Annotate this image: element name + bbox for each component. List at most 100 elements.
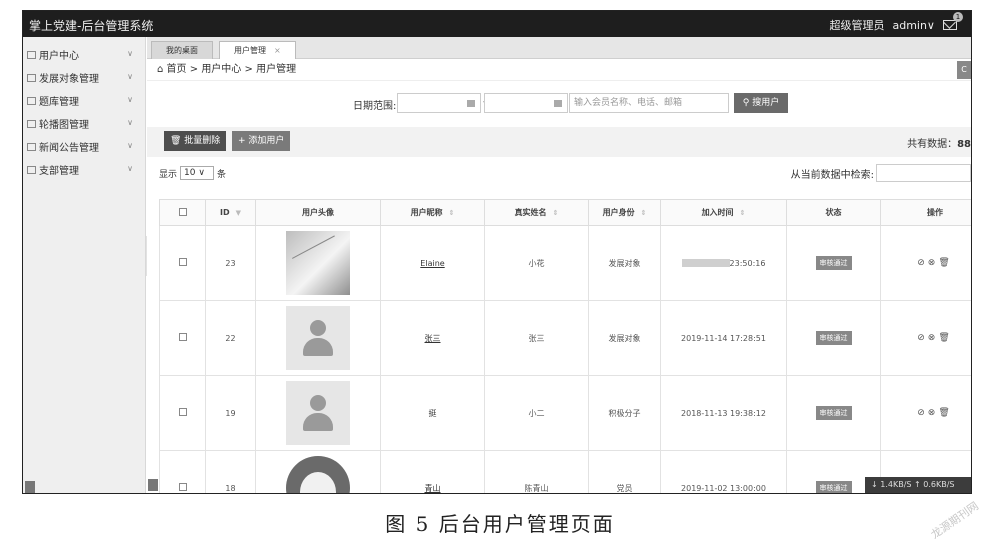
checkbox[interactable]: [178, 207, 187, 216]
keyword-input[interactable]: 输入会员名称、电话、邮箱: [569, 93, 729, 113]
check-icon[interactable]: ⊘: [917, 408, 928, 418]
breadcrumb-level2: 用户管理: [256, 64, 297, 75]
chevron-down-icon: ∨: [127, 141, 133, 150]
plus-icon: +: [238, 136, 249, 146]
breadcrumb-level1[interactable]: 用户中心: [201, 64, 241, 75]
action-bar: 🗑 批量删除 + 添加用户 共有数据：88: [147, 127, 971, 157]
header-realname[interactable]: 真实姓名 ⇕: [484, 199, 589, 226]
list-icon: [27, 96, 36, 105]
sort-icon: ⇕: [448, 209, 455, 217]
row-actions: ⊘⊗🗑: [880, 375, 971, 451]
users-icon: [27, 73, 36, 82]
sort-icon: ⇕: [739, 209, 746, 217]
redacted-date: [681, 259, 730, 267]
status-badge: 审核通过: [815, 256, 852, 270]
filter-input[interactable]: [876, 164, 971, 182]
edit-icon[interactable]: ⊗: [928, 408, 939, 418]
chevron-down-icon: ∨: [127, 95, 133, 104]
cell-role: 发展对象: [588, 225, 661, 301]
sidebar-item-user-center[interactable]: 用户中心 ∨: [23, 43, 145, 66]
search-user-button[interactable]: ⚲ 搜用户: [734, 93, 788, 113]
cell-realname: 小花: [484, 225, 589, 301]
cell-avatar: [255, 450, 381, 493]
nickname-link[interactable]: 青山: [425, 484, 441, 493]
chevron-down-icon: ∨: [127, 164, 133, 173]
tab-bar: 我的桌面 用户管理 ×: [147, 37, 971, 59]
cell-joined: 2018-11-13 19:38:12: [660, 375, 787, 451]
trash-icon[interactable]: 🗑: [938, 258, 952, 268]
refresh-button[interactable]: C: [957, 61, 971, 79]
breadcrumb: ⌂ 首页 > 用户中心 > 用户管理 C: [147, 59, 971, 81]
nickname-link[interactable]: Elaine: [420, 259, 444, 268]
cell-role: 党员: [588, 450, 661, 493]
date-end-input[interactable]: [484, 93, 568, 113]
sidebar-item-label: 用户中心: [39, 51, 79, 62]
sidebar-item-question-bank[interactable]: 题库管理 ∨: [23, 89, 145, 112]
header-role[interactable]: 用户身份 ⇕: [588, 199, 661, 226]
breadcrumb-separator: >: [244, 64, 253, 75]
nickname-link[interactable]: 挺: [429, 409, 437, 418]
add-user-button[interactable]: + 添加用户: [232, 131, 291, 151]
row-checkbox[interactable]: [178, 408, 187, 416]
trash-icon[interactable]: 🗑: [938, 333, 952, 343]
header-label: ID: [219, 208, 230, 217]
cell-avatar: [255, 300, 381, 376]
row-checkbox[interactable]: [178, 333, 187, 341]
cell-joined: 23:50:16: [660, 225, 787, 301]
cell-realname: 张三: [484, 300, 589, 376]
tab-my-desktop[interactable]: 我的桌面: [151, 41, 213, 59]
cell-joined: 2019-11-14 17:28:51: [660, 300, 787, 376]
app-bottom-icon: [148, 479, 158, 491]
batch-delete-button[interactable]: 🗑 批量删除: [164, 131, 227, 151]
nickname-link[interactable]: 张三: [425, 334, 441, 343]
page-length-select[interactable]: 10 ∨: [180, 166, 215, 180]
sidebar-item-label: 发展对象管理: [39, 74, 99, 85]
status-badge: 审核通过: [815, 331, 852, 345]
close-icon[interactable]: ×: [274, 46, 281, 55]
chevron-down-icon: ∨: [127, 118, 133, 127]
check-icon[interactable]: ⊘: [917, 333, 928, 343]
header-nickname[interactable]: 用户昵称 ⇕: [380, 199, 485, 226]
avatar: [286, 231, 350, 295]
edit-icon[interactable]: ⊗: [928, 258, 939, 268]
tab-user-management[interactable]: 用户管理 ×: [219, 41, 296, 59]
user-menu[interactable]: admin∨: [892, 19, 935, 32]
header-label: 用户头像: [302, 208, 334, 217]
edit-icon[interactable]: ⊗: [928, 333, 939, 343]
header-id[interactable]: ID ▼: [205, 199, 256, 226]
sidebar-item-carousel[interactable]: 轮播图管理 ∨: [23, 112, 145, 135]
sidebar-item-development[interactable]: 发展对象管理 ∨: [23, 66, 145, 89]
table-controls: 显示 10 ∨ 条 从当前数据中检索:: [147, 157, 971, 185]
sidebar-item-label: 支部管理: [39, 166, 79, 177]
row-actions: ⊘⊗🗑: [880, 225, 971, 301]
batch-delete-label: 批量删除: [184, 136, 221, 146]
list-icon: [27, 165, 36, 174]
date-range-label: 日期范围:: [353, 101, 397, 112]
grid-icon: [27, 50, 36, 59]
sidebar-item-branch[interactable]: 支部管理 ∨: [23, 158, 145, 181]
add-user-label: 添加用户: [248, 136, 285, 146]
avatar: [286, 456, 350, 493]
calendar-icon: [554, 100, 562, 107]
row-checkbox[interactable]: [178, 258, 187, 266]
sidebar-item-label: 轮播图管理: [39, 120, 89, 131]
table-header-row: ID ▼ 用户头像 用户昵称 ⇕ 真实姓名 ⇕ 用户身份 ⇕ 加入时间 ⇕ 状态 操作: [159, 199, 971, 226]
mail-icon[interactable]: 1: [943, 12, 963, 30]
check-icon[interactable]: ⊘: [917, 258, 928, 268]
row-checkbox[interactable]: [178, 483, 187, 491]
breadcrumb-home[interactable]: 首页: [167, 64, 187, 75]
sidebar-item-news[interactable]: 新闻公告管理 ∨: [23, 135, 145, 158]
header-label: 用户身份: [602, 208, 635, 217]
header-joined[interactable]: 加入时间 ⇕: [660, 199, 787, 226]
mail-badge: 1: [953, 12, 963, 22]
user-role: 超级管理员: [829, 19, 885, 32]
cell-id: 22: [205, 300, 256, 376]
trash-icon[interactable]: 🗑: [938, 408, 952, 418]
date-start-input[interactable]: [397, 93, 481, 113]
tab-label: 用户管理: [234, 46, 266, 55]
cell-id: 23: [205, 225, 256, 301]
cell-avatar: [255, 375, 381, 451]
avatar: [286, 306, 350, 370]
header-label: 加入时间: [701, 208, 734, 217]
header-select-all[interactable]: [159, 199, 206, 226]
